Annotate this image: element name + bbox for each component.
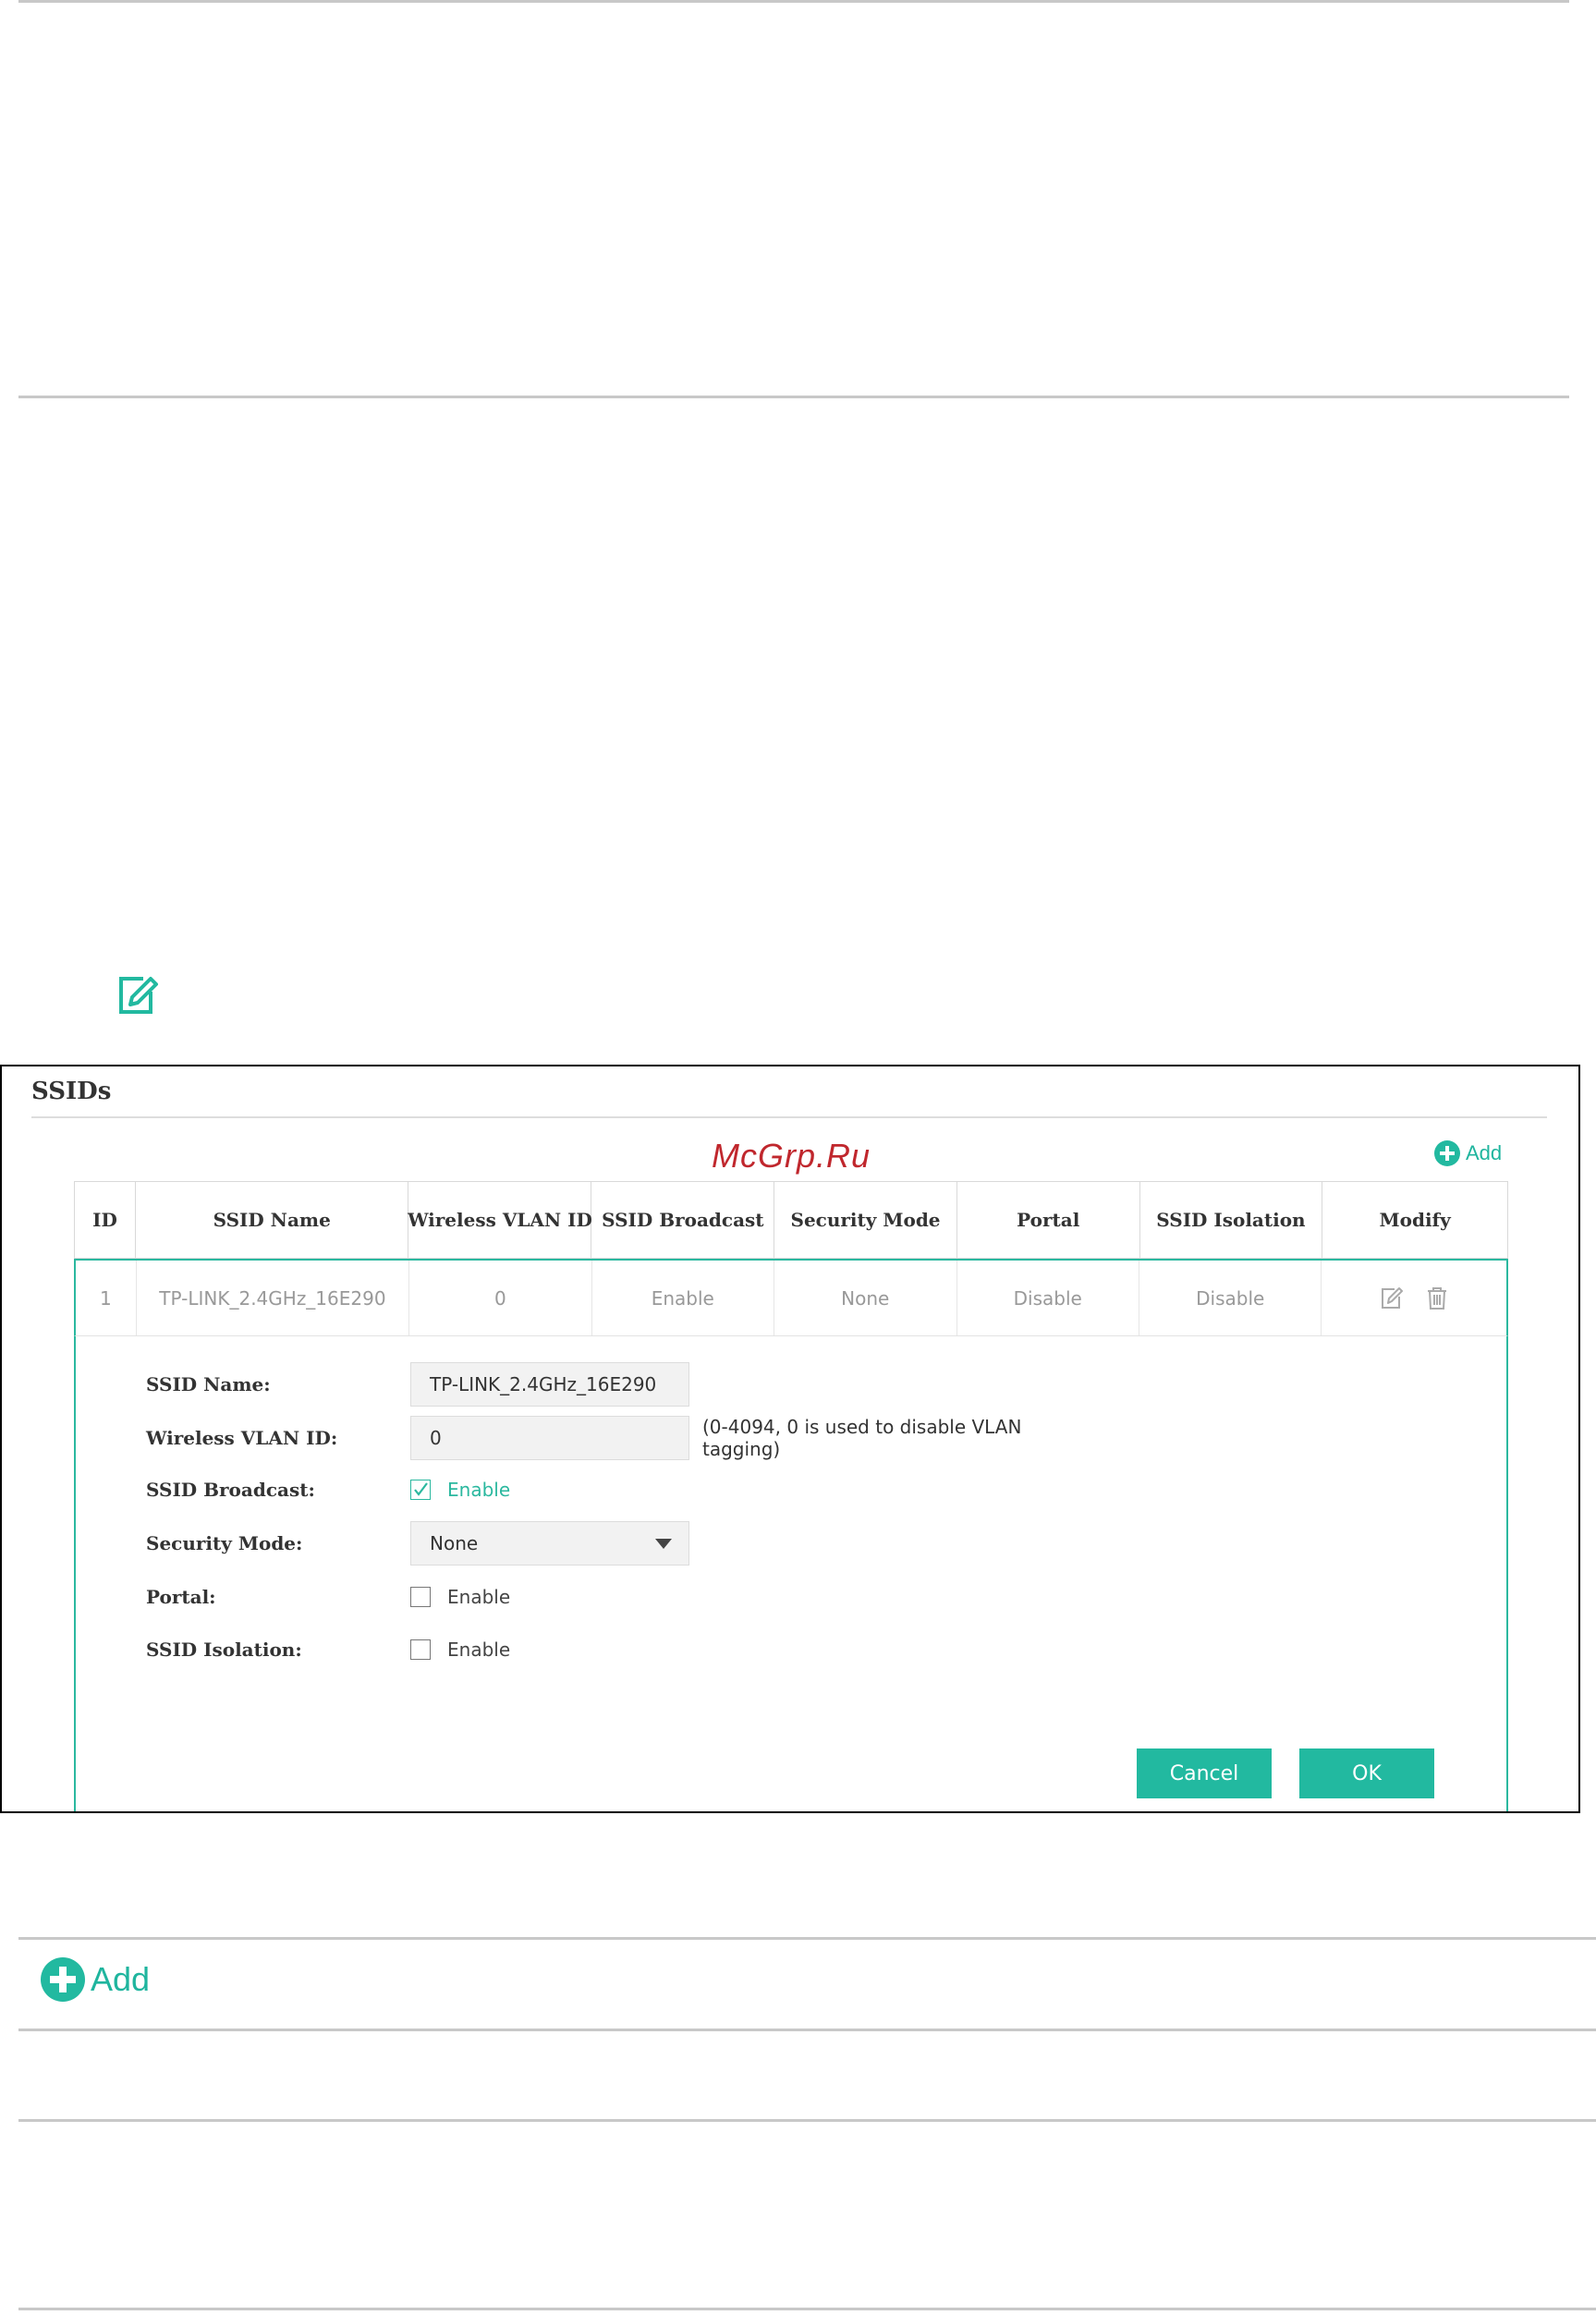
- row-ssid-name: SSID Name: TP-LINK_2.4GHz_16E290: [146, 1362, 689, 1407]
- ok-button[interactable]: OK: [1299, 1748, 1434, 1798]
- rule-3: [18, 1937, 1596, 1940]
- trash-icon[interactable]: [1425, 1285, 1449, 1311]
- portal-checkbox[interactable]: [410, 1587, 431, 1607]
- row-security-mode: Security Mode: None: [146, 1521, 689, 1566]
- cell-portal: Disable: [957, 1261, 1139, 1335]
- label-vlan-id: Wireless VLAN ID:: [146, 1427, 338, 1449]
- label-portal: Portal:: [146, 1586, 216, 1608]
- add-circle-icon: [1434, 1140, 1460, 1166]
- portal-enable-label: Enable: [447, 1586, 511, 1608]
- cell-modify: [1322, 1261, 1505, 1335]
- add-label: Add: [1466, 1141, 1503, 1164]
- row-vlan-id: Wireless VLAN ID: 0 (0-4094, 0 is used t…: [146, 1416, 1054, 1460]
- label-ssid-isolation: SSID Isolation:: [146, 1639, 302, 1661]
- broadcast-checkbox[interactable]: [410, 1480, 431, 1500]
- top-rule: [18, 0, 1569, 3]
- isolation-checkbox[interactable]: [410, 1639, 431, 1660]
- caret-down-icon: [655, 1538, 672, 1549]
- row-portal: Portal: Enable: [146, 1575, 510, 1619]
- label-ssid-name: SSID Name:: [146, 1373, 271, 1395]
- row-isolation: SSID Isolation: Enable: [146, 1627, 510, 1672]
- cell-id: 1: [76, 1261, 137, 1335]
- ssid-name-input[interactable]: TP-LINK_2.4GHz_16E290: [410, 1362, 689, 1407]
- checkmark-icon: [414, 1482, 428, 1496]
- table-row[interactable]: 1 TP-LINK_2.4GHz_16E290 0 Enable None Di…: [74, 1259, 1508, 1336]
- ssid-edit-form: SSID Name: TP-LINK_2.4GHz_16E290 Wireles…: [74, 1336, 1508, 1811]
- header-portal: Portal: [957, 1182, 1140, 1258]
- security-mode-select[interactable]: None: [410, 1521, 689, 1566]
- cell-vlan-id: 0: [409, 1261, 592, 1335]
- add-button-large[interactable]: Add: [41, 1957, 150, 2002]
- cell-ssid-broadcast: Enable: [592, 1261, 775, 1335]
- cancel-button[interactable]: Cancel: [1137, 1748, 1272, 1798]
- panel-title: SSIDs: [31, 1078, 112, 1105]
- rule-4: [18, 2029, 1596, 2031]
- add-button[interactable]: Add: [1434, 1140, 1502, 1166]
- broadcast-enable-label: Enable: [447, 1479, 511, 1501]
- title-separator: [31, 1116, 1547, 1118]
- edit-icon[interactable]: [1379, 1285, 1405, 1311]
- label-ssid-broadcast: SSID Broadcast:: [146, 1479, 315, 1501]
- security-mode-value: None: [430, 1532, 479, 1554]
- header-security-mode: Security Mode: [774, 1182, 957, 1258]
- ssid-table: ID SSID Name Wireless VLAN ID SSID Broad…: [74, 1181, 1508, 1336]
- cell-ssid-name: TP-LINK_2.4GHz_16E290: [137, 1261, 410, 1335]
- note-edit-icon: [119, 977, 158, 1014]
- rule-5: [18, 2119, 1596, 2122]
- cell-security-mode: None: [774, 1261, 957, 1335]
- header-modify: Modify: [1379, 1209, 1451, 1231]
- isolation-enable-label: Enable: [447, 1639, 511, 1661]
- header-ssid-name: SSID Name: [136, 1182, 409, 1258]
- header-vlan-id: Wireless VLAN ID: [408, 1182, 592, 1258]
- cell-ssid-isolation: Disable: [1139, 1261, 1322, 1335]
- header-ssid-broadcast: SSID Broadcast: [591, 1182, 775, 1258]
- header-id: ID: [75, 1182, 136, 1258]
- ssid-config-screenshot: SSIDs McGrp.Ru Add ID SSID Name Wireless…: [0, 1065, 1580, 1813]
- rule-6: [18, 2308, 1596, 2310]
- label-security-mode: Security Mode:: [146, 1532, 303, 1554]
- table-header: ID SSID Name Wireless VLAN ID SSID Broad…: [74, 1181, 1508, 1259]
- rule-2: [18, 396, 1569, 398]
- add-label-large: Add: [91, 1960, 151, 1998]
- vlan-hint: (0-4094, 0 is used to disable VLAN taggi…: [702, 1416, 1022, 1460]
- row-broadcast: SSID Broadcast: Enable: [146, 1468, 510, 1512]
- add-circle-icon: [41, 1957, 85, 2002]
- vlan-id-input[interactable]: 0: [410, 1416, 689, 1460]
- header-ssid-isolation: SSID Isolation: [1140, 1182, 1323, 1258]
- watermark: McGrp.Ru: [712, 1137, 871, 1175]
